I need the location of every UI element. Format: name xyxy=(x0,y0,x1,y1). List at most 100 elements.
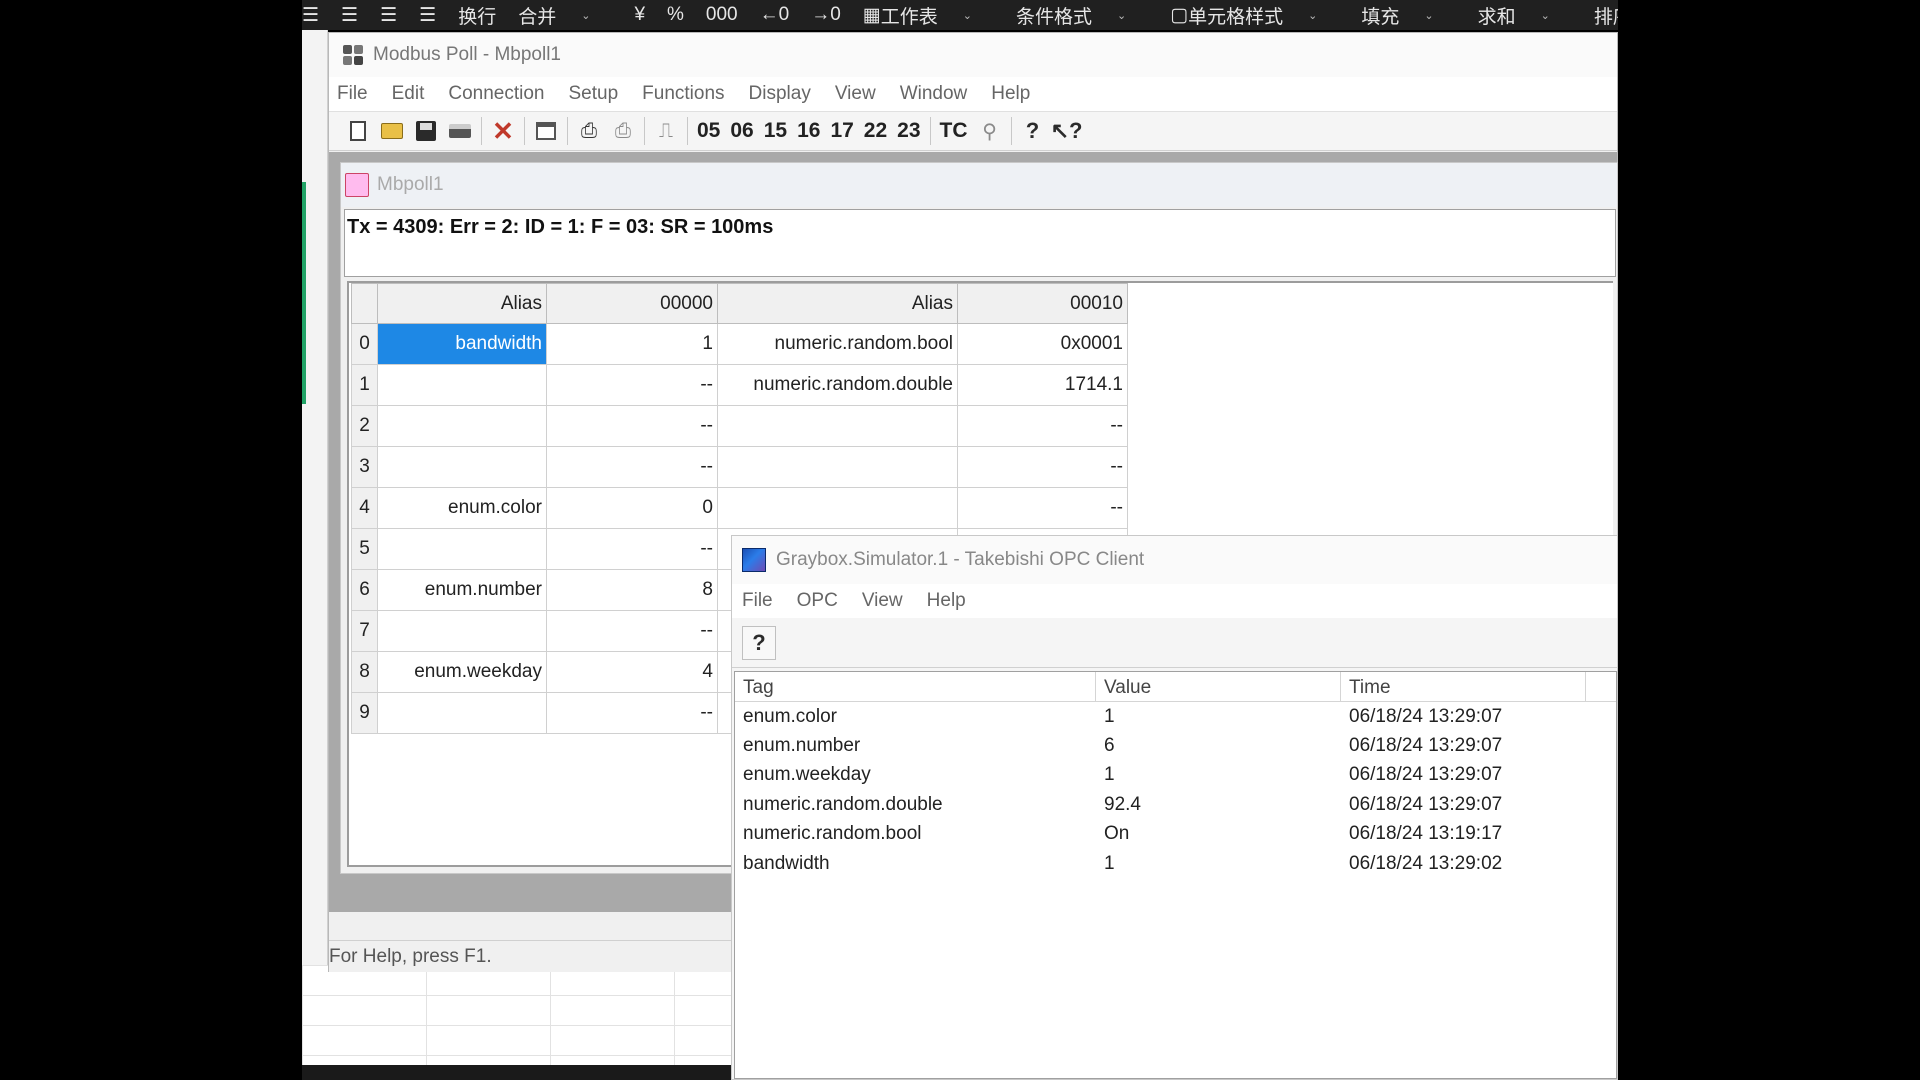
new-button[interactable] xyxy=(341,116,375,146)
toolbar-separator xyxy=(1010,117,1012,145)
function-16-button[interactable]: 16 xyxy=(792,116,825,146)
alias-cell[interactable]: enum.color xyxy=(377,487,547,529)
mbpoll1-title: Mbpoll1 xyxy=(377,174,444,195)
window-button[interactable] xyxy=(529,116,563,146)
alias-cell[interactable] xyxy=(377,610,547,652)
row-index: 6 xyxy=(351,569,378,611)
fill-button[interactable]: 填充 ⌄ xyxy=(1361,2,1455,29)
single-read-button[interactable]: ⎍ xyxy=(649,116,683,146)
alias-cell[interactable] xyxy=(377,528,547,570)
column-header-tag[interactable]: Tag xyxy=(735,672,1096,701)
title-bar[interactable]: Modbus Poll - Mbpoll1 xyxy=(329,33,1617,77)
value-cell[interactable]: -- xyxy=(546,405,718,447)
value-cell[interactable]: 1 xyxy=(546,323,718,365)
value-cell[interactable]: -- xyxy=(957,487,1128,529)
justify-icon[interactable]: ☰ xyxy=(419,4,436,27)
alias-cell[interactable] xyxy=(377,692,547,734)
save-button[interactable] xyxy=(409,116,443,146)
alias-cell[interactable] xyxy=(377,405,547,447)
list-item[interactable]: numeric.random.double 92.4 06/18/24 13:2… xyxy=(735,790,1616,819)
value-cell[interactable]: 0 xyxy=(546,487,718,529)
menu-window[interactable]: Window xyxy=(900,83,968,105)
menu-view[interactable]: View xyxy=(835,83,876,105)
value-cell[interactable]: -- xyxy=(546,446,718,488)
menu-display[interactable]: Display xyxy=(749,83,811,105)
alias-cell[interactable] xyxy=(717,405,958,447)
menu-help[interactable]: Help xyxy=(991,83,1030,105)
sum-button[interactable]: 求和 ⌄ xyxy=(1478,2,1572,29)
align-right-icon[interactable]: ☰ xyxy=(380,4,397,27)
value-cell[interactable]: -- xyxy=(546,610,718,652)
mbpoll1-title-bar[interactable]: Mbpoll1 xyxy=(341,163,1617,207)
opc-menu-help[interactable]: Help xyxy=(927,590,966,612)
alias-cell[interactable] xyxy=(717,487,958,529)
value-cell[interactable]: 1714.1 xyxy=(957,364,1128,406)
percent-button[interactable]: % xyxy=(667,4,684,26)
menu-setup[interactable]: Setup xyxy=(569,83,619,105)
opc-menu-view[interactable]: View xyxy=(862,590,903,612)
opc-menu-opc[interactable]: OPC xyxy=(797,590,838,612)
connect-button[interactable]: ⎙ xyxy=(572,116,606,146)
opc-menu-file[interactable]: File xyxy=(742,590,773,612)
cell-style-button[interactable]: ▢ 单元格样式 ⌄ xyxy=(1170,2,1339,29)
function-17-button[interactable]: 17 xyxy=(825,116,858,146)
chart-button[interactable]: ⚲ xyxy=(973,116,1007,146)
currency-icon[interactable]: ¥ xyxy=(634,4,645,26)
list-item[interactable]: enum.color 1 06/18/24 13:29:07 xyxy=(735,702,1616,731)
list-item[interactable]: bandwidth 1 06/18/24 13:29:02 xyxy=(735,849,1616,878)
function-22-button[interactable]: 22 xyxy=(859,116,892,146)
alias-cell[interactable]: numeric.random.double xyxy=(717,364,958,406)
menu-functions[interactable]: Functions xyxy=(642,83,724,105)
opc-title-bar[interactable]: Graybox.Simulator.1 - Takebishi OPC Clie… xyxy=(732,536,1617,584)
conditional-format-button[interactable]: 条件格式 ⌄ xyxy=(1016,2,1148,29)
value-cell[interactable]: -- xyxy=(546,692,718,734)
value-cell[interactable]: 8 xyxy=(546,569,718,611)
menu-connection[interactable]: Connection xyxy=(448,83,544,105)
menu-file[interactable]: File xyxy=(337,83,368,105)
open-button[interactable] xyxy=(375,116,409,146)
function-15-button[interactable]: 15 xyxy=(759,116,792,146)
column-header-value[interactable]: Value xyxy=(1096,672,1341,701)
window-title: Modbus Poll - Mbpoll1 xyxy=(373,44,561,65)
column-header-time[interactable]: Time xyxy=(1341,672,1586,701)
value-cell[interactable]: 0x0001 xyxy=(957,323,1128,365)
print-button[interactable] xyxy=(443,116,477,146)
spreadsheet-grid[interactable] xyxy=(302,965,732,1065)
thousands-separator-icon[interactable]: 000 xyxy=(706,4,738,26)
function-23-button[interactable]: 23 xyxy=(892,116,925,146)
alias-cell[interactable]: bandwidth xyxy=(377,323,547,365)
alias-cell[interactable] xyxy=(377,364,547,406)
sort-button[interactable]: 排序 xyxy=(1594,2,1618,29)
table-row: 3 -- -- xyxy=(351,446,1128,488)
disconnect-button[interactable]: ⎙ xyxy=(606,116,640,146)
function-06-button[interactable]: 06 xyxy=(725,116,758,146)
value-cell[interactable]: -- xyxy=(957,405,1128,447)
function-05-button[interactable]: 05 xyxy=(692,116,725,146)
alias-cell[interactable] xyxy=(377,446,547,488)
alias-cell[interactable]: enum.number xyxy=(377,569,547,611)
context-help-button[interactable]: ↖? xyxy=(1050,116,1084,146)
list-item[interactable]: enum.number 6 06/18/24 13:29:07 xyxy=(735,731,1616,760)
alias-cell[interactable] xyxy=(717,446,958,488)
list-item[interactable]: enum.weekday 1 06/18/24 13:29:07 xyxy=(735,761,1616,790)
merge-button[interactable]: 合并 ⌄ xyxy=(518,2,612,29)
increase-decimal-icon[interactable]: →0 xyxy=(811,4,841,26)
worksheet-button[interactable]: ▦ 工作表 ⌄ xyxy=(863,2,994,29)
decrease-decimal-icon[interactable]: ←0 xyxy=(760,4,790,26)
align-center-icon[interactable]: ☰ xyxy=(341,4,358,27)
alias-cell[interactable]: numeric.random.bool xyxy=(717,323,958,365)
opc-help-button[interactable]: ? xyxy=(742,625,776,660)
traffic-button[interactable]: TC xyxy=(935,116,973,146)
list-item[interactable]: numeric.random.bool On 06/18/24 13:19:17 xyxy=(735,820,1616,849)
wrap-text-button[interactable]: 换行 xyxy=(458,2,496,29)
alias-cell[interactable]: enum.weekday xyxy=(377,651,547,693)
delete-button[interactable]: ✕ xyxy=(486,116,520,146)
value-cell[interactable]: 4 xyxy=(546,651,718,693)
value-cell[interactable]: -- xyxy=(546,528,718,570)
context-help-icon: ↖? xyxy=(1050,118,1083,143)
value-cell[interactable]: -- xyxy=(546,364,718,406)
value-cell[interactable]: -- xyxy=(957,446,1128,488)
menu-edit[interactable]: Edit xyxy=(392,83,425,105)
help-button[interactable]: ? xyxy=(1016,116,1050,146)
align-left-icon[interactable]: ☰ xyxy=(302,4,319,27)
